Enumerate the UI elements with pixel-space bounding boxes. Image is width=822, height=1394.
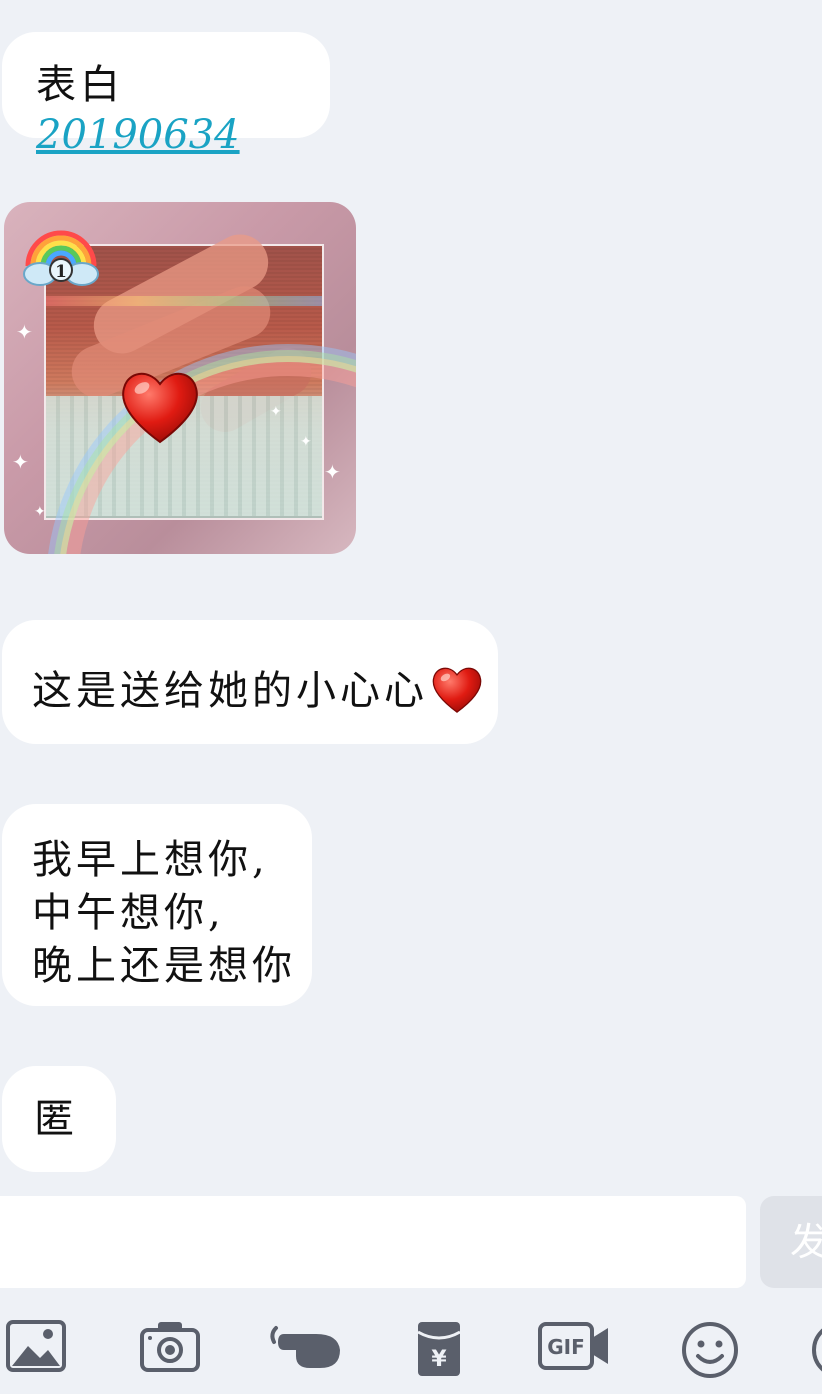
message-bubble[interactable]: 这是送给她的小心心 <box>2 620 498 744</box>
message-bubble[interactable]: 匿 <box>2 1066 116 1172</box>
message-line: 晚上还是想你 <box>32 943 296 989</box>
message-link[interactable]: 20190634 <box>36 112 240 158</box>
sparkle-icon: ✦ <box>300 434 312 450</box>
gif-icon[interactable]: GIF <box>538 1320 610 1384</box>
input-toolbar: ¥ GIF <box>0 1290 822 1394</box>
sparkle-icon: ✦ <box>16 320 33 344</box>
message-input[interactable] <box>0 1196 746 1288</box>
sparkle-icon: ✦ <box>12 450 29 474</box>
emoji-icon[interactable] <box>680 1320 740 1384</box>
sparkle-icon: ✦ <box>34 504 46 520</box>
camera-icon[interactable] <box>140 1320 200 1384</box>
gif-label: GIF <box>547 1335 585 1359</box>
yen-label: ¥ <box>431 1347 447 1372</box>
send-button[interactable]: 发 <box>760 1196 822 1288</box>
image-icon[interactable] <box>6 1320 66 1384</box>
message-bubble[interactable]: 表白 20190634 <box>2 32 330 158</box>
sparkle-icon: ✦ <box>324 460 341 484</box>
heart-icon <box>118 364 202 448</box>
send-button-label: 发 <box>790 1220 822 1264</box>
more-icon[interactable] <box>810 1320 822 1384</box>
hongbao-hand-icon[interactable] <box>266 1320 344 1384</box>
message-text: 表白 <box>36 62 124 108</box>
message-text: 匿 <box>34 1096 78 1142</box>
message-line: 中午想你, <box>32 890 225 936</box>
sparkle-icon: ✦ <box>270 404 282 420</box>
badge-number: 1 <box>55 262 67 282</box>
message-line: 我早上想你, <box>32 837 269 883</box>
message-bubble[interactable]: 我早上想你, 中午想你, 晚上还是想你 <box>2 804 312 1006</box>
message-text: 这是送给她的小心心 <box>32 668 428 714</box>
heart-icon <box>430 662 484 716</box>
rainbow-badge-icon: 1 <box>22 226 100 292</box>
red-packet-icon[interactable]: ¥ <box>414 1320 464 1384</box>
